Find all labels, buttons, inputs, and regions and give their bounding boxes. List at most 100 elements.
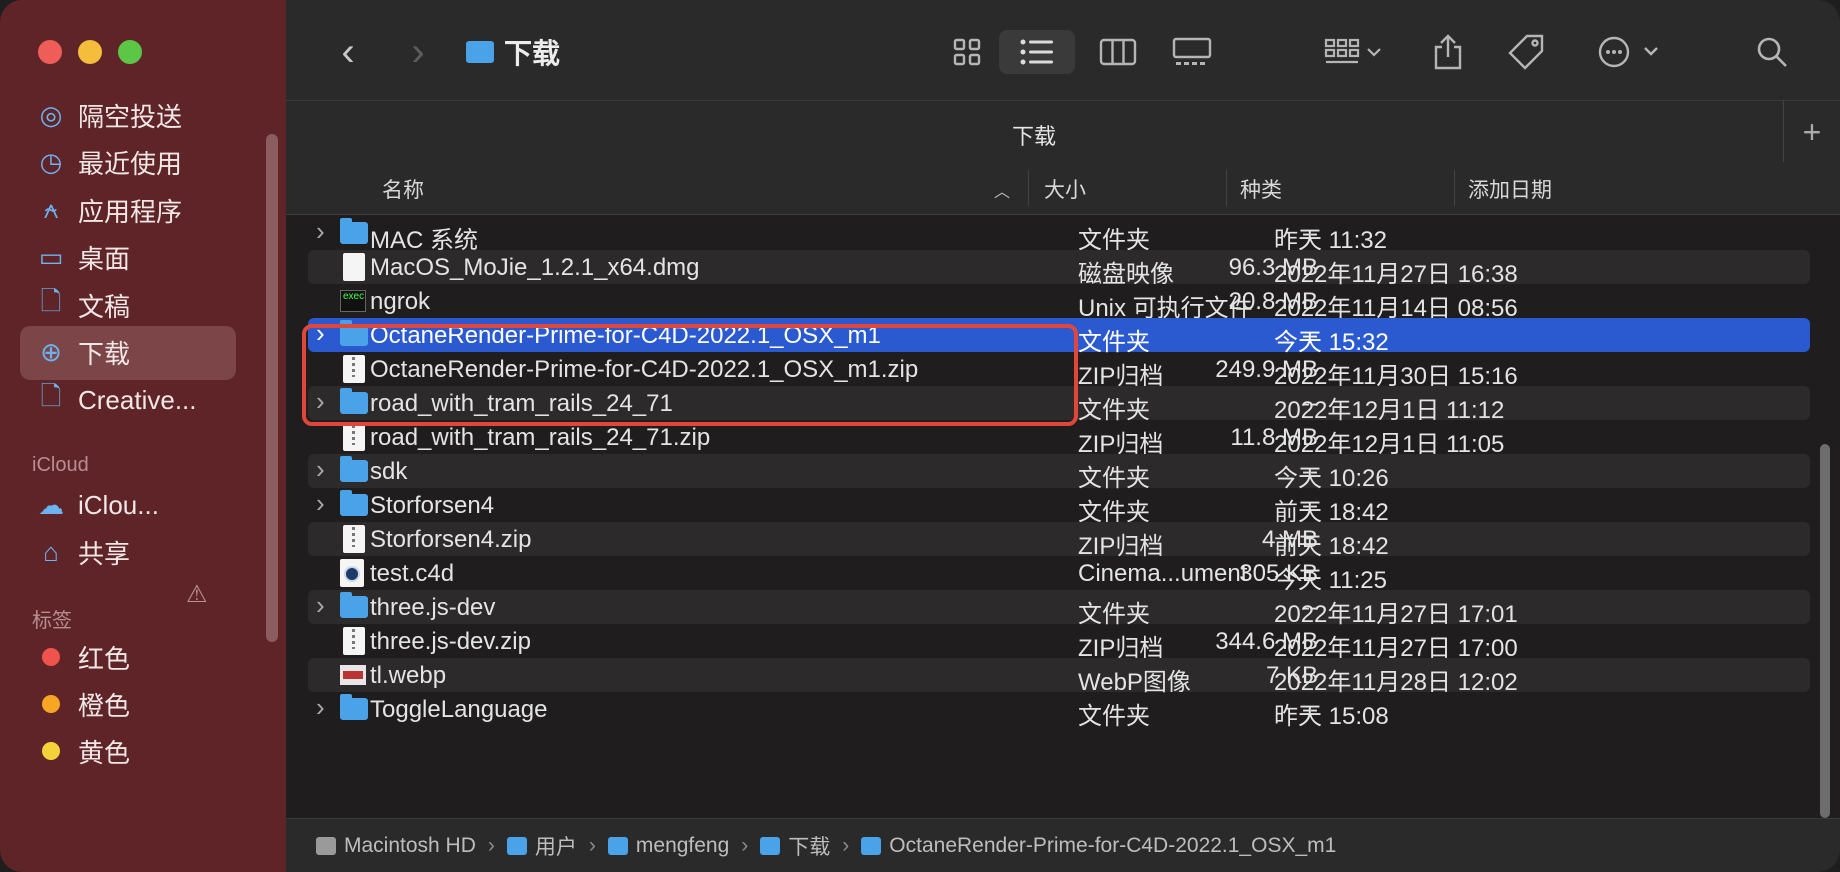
executable-icon: exec [340,287,368,315]
file-row[interactable]: › Storforsen4 -- 文件夹 前天 18:42 [308,488,1810,526]
file-name: OctaneRender-Prime-for-C4D-2022.1_OSX_m1 [370,322,881,349]
zip-file-icon [340,525,368,553]
disclosure-chevron-icon[interactable]: › [316,590,325,621]
window-controls [38,40,142,64]
back-button[interactable]: ‹ [328,30,368,74]
column-view-button[interactable] [1092,30,1144,74]
more-actions-button[interactable] [1594,30,1664,74]
file-row[interactable]: › ToggleLanguage -- 文件夹 昨天 15:08 [308,692,1810,730]
file-row[interactable]: › sdk -- 文件夹 今天 10:26 [308,454,1810,492]
file-name: three.js-dev.zip [370,628,531,655]
folder-icon [760,836,781,855]
file-row[interactable]: tl.webp 7 KB WebP图像 2022年11月28日 12:02 [308,658,1810,696]
sidebar-item-label: 文稿 [78,291,131,322]
disclosure-chevron-icon[interactable]: › [316,386,325,417]
file-name: road_with_tram_rails_24_71.zip [370,424,711,451]
file-row[interactable]: Storforsen4.zip 4 MB ZIP归档 前天 18:42 [308,522,1810,560]
shared-folder-icon: ⌂ [43,536,59,567]
column-date-added[interactable]: 添加日期 [1468,174,1552,204]
breadcrumb-item[interactable]: 下载 [760,831,830,861]
document-icon: 🗋 [40,286,62,316]
c4d-file-icon [340,559,368,587]
zip-file-icon [340,423,368,451]
sidebar-item-0[interactable]: ☁ iClou... [20,478,236,532]
folder-icon [340,490,368,519]
file-row[interactable]: › three.js-dev -- 文件夹 2022年11月27日 17:01 [308,590,1810,628]
sidebar-item-0[interactable]: ◎ 隔空投送 [20,88,236,142]
new-tab-button[interactable]: + [1783,101,1840,163]
search-button[interactable] [1750,30,1794,74]
breadcrumb-item[interactable]: OctaneRender-Prime-for-C4D-2022.1_OSX_m1 [861,834,1336,858]
file-row[interactable]: three.js-dev.zip 344.6 MB ZIP归档 2022年11月27日… [308,624,1810,662]
sidebar-section-tags: 标签 [32,610,72,632]
share-button[interactable] [1426,30,1470,74]
sort-ascending-icon[interactable]: ︿ [994,178,1010,202]
tag-label: 黄色 [78,737,131,768]
tag-item-1[interactable]: 橙色 [20,677,236,731]
folder-icon [340,456,368,485]
sidebar-item-3[interactable]: ▭ 桌面 [20,231,236,285]
tag-item-2[interactable]: 黄色 [20,724,236,778]
zoom-button[interactable] [118,40,142,64]
image-file-icon [340,661,368,689]
breadcrumb-label: 下载 [788,835,831,859]
icon-view-button[interactable] [942,30,992,74]
list-view-button[interactable] [999,30,1075,74]
sidebar-item-5[interactable]: ⊕ 下载 [20,325,236,380]
sidebar-item-1[interactable]: ⌂ 共享 [20,525,236,579]
column-divider [1028,170,1029,206]
minimize-button[interactable] [78,40,102,64]
folder-icon [607,836,628,855]
sidebar-item-label: 下载 [78,339,131,369]
folder-title: 下载 [466,32,560,72]
sidebar-scrollbar[interactable] [266,134,278,642]
file-kind: 文件夹 [1078,703,1150,730]
gallery-view-button[interactable] [1164,30,1220,74]
file-name: ngrok [370,288,431,315]
close-button[interactable] [38,40,62,64]
sidebar-item-label: 桌面 [78,244,131,274]
tab-downloads[interactable]: 下载 [286,119,1782,151]
column-kind[interactable]: 种类 [1240,174,1282,204]
finder-window: ◎ 隔空投送 ◷ 最近使用 ⍲ 应用程序 ▭ 桌面 🗋 文稿 ⊕ 下载 🗋 Creative... iCl… [0,0,1840,872]
sidebar-item-1[interactable]: ◷ 最近使用 [20,136,236,190]
file-row[interactable]: MacOS_MoJie_1.2.1_x64.dmg 96.3 MB 磁盘映像 2022… [308,250,1810,288]
sidebar-item-4[interactable]: 🗋 文稿 [20,278,236,332]
forward-button[interactable]: › [398,30,438,74]
breadcrumb-label: mengfeng [635,833,730,857]
file-row[interactable]: › road_with_tram_rails_24_71 -- 文件夹 2022年12月… [308,386,1810,424]
gallery-icon [1172,37,1212,65]
file-name: MacOS_MoJie_1.2.1_x64.dmg [370,254,700,281]
disclosure-chevron-icon[interactable]: › [316,216,325,247]
path-bar: Macintosh HD › 用户 › mengfeng › 下载 › OctaneRender… [286,818,1840,872]
warning-icon[interactable]: ⚠ [186,580,208,609]
group-by-button[interactable] [1316,30,1392,74]
sidebar-item-6[interactable]: 🗋 Creative... [20,373,236,427]
file-name: sdk [370,458,408,485]
tag-label: 红色 [78,643,131,674]
file-row[interactable]: OctaneRender-Prime-for-C4D-2022.1_OSX_m1… [308,352,1810,390]
sidebar-item-2[interactable]: ⍲ 应用程序 [20,183,236,237]
file-row[interactable]: exec ngrok 20.8 MB Unix 可执行文件 2022年11月14日 08… [308,284,1810,322]
file-row[interactable]: › OctaneRender-Prime-for-C4D-2022.1_OSX_m… [308,318,1810,356]
disclosure-chevron-icon[interactable]: › [316,454,325,485]
breadcrumb-label: OctaneRender-Prime-for-C4D-2022.1_OSX_m1 [889,833,1337,857]
tag-item-0[interactable]: 红色 [20,630,236,684]
file-row[interactable]: test.c4d 305 KB Cinema...ument 今天 11:25 [308,556,1810,594]
disclosure-chevron-icon[interactable]: › [316,488,325,519]
file-name: road_with_tram_rails_24_71 [370,390,673,417]
disclosure-chevron-icon[interactable]: › [316,692,325,723]
file-name: tl.webp [370,662,447,689]
file-name: test.c4d [370,560,455,587]
column-name[interactable]: 名称 [382,174,424,204]
breadcrumb-item[interactable]: 用户 [506,831,577,861]
file-row[interactable]: › MAC 系统 -- 文件夹 昨天 11:32 [308,216,1810,254]
file-row[interactable]: road_with_tram_rails_24_71.zip 11.8 MB ZIP… [308,420,1810,458]
tag-button[interactable] [1504,30,1548,74]
breadcrumb-item[interactable]: mengfeng [607,833,730,858]
file-list-scrollbar[interactable] [1820,444,1830,818]
sidebar-item-label: 最近使用 [78,149,183,179]
column-size[interactable]: 大小 [1044,174,1086,204]
breadcrumb-item[interactable]: Macintosh HD [316,834,476,858]
disclosure-chevron-icon[interactable]: › [316,318,325,349]
